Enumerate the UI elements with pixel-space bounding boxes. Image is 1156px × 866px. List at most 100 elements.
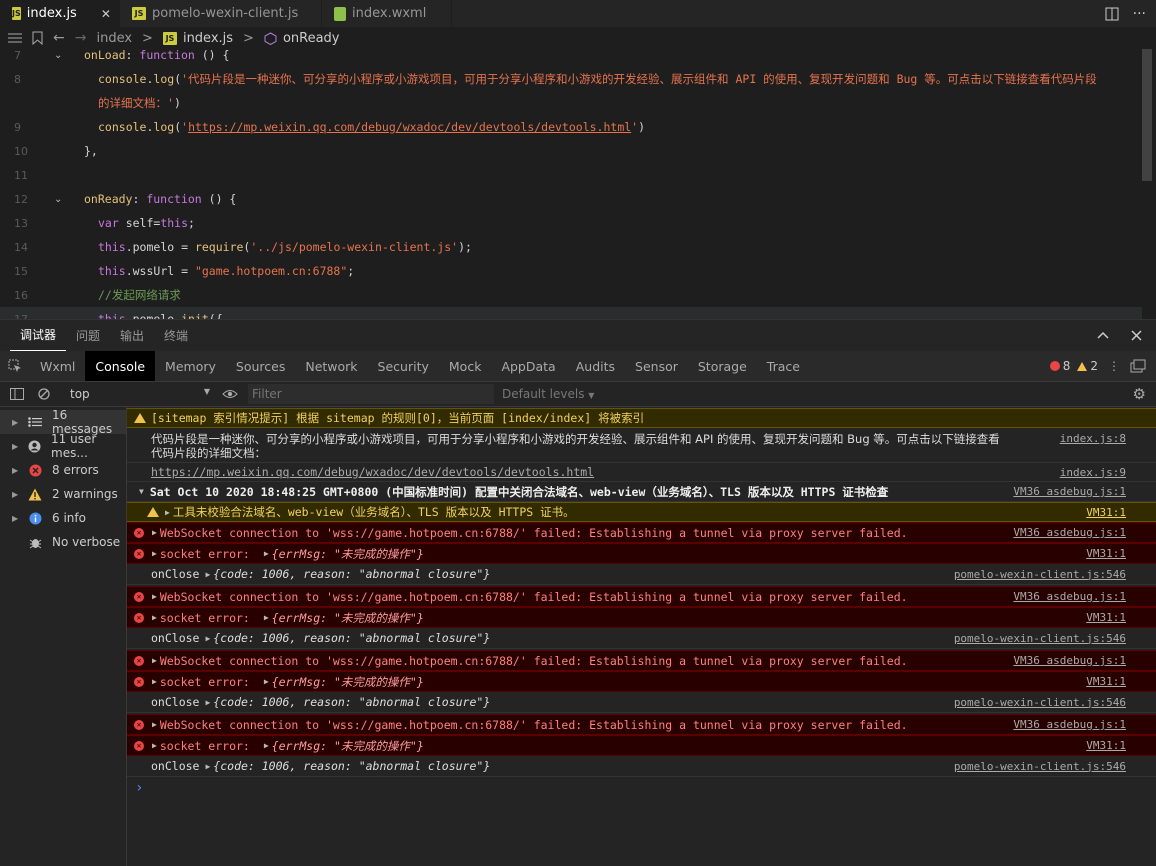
- source-link[interactable]: pomelo-wexin-client.js:546: [954, 632, 1126, 645]
- source-link[interactable]: VM31:1: [1086, 547, 1126, 560]
- fold-chevron-icon[interactable]: ⌄: [54, 194, 62, 205]
- log-levels-select[interactable]: Default levels ▼: [502, 387, 594, 401]
- sidebar-item-info[interactable]: ▶ 6 info: [0, 506, 126, 530]
- source-link[interactable]: VM31:1: [1086, 611, 1126, 624]
- sidebar-item-messages[interactable]: ▶ 16 messages: [0, 408, 126, 436]
- console-object[interactable]: {errMsg: "未完成的操作"}: [272, 610, 424, 626]
- console-object[interactable]: {code: 1006, reason: "abnormal closure"}: [213, 631, 490, 645]
- expand-arrow-icon[interactable]: ▶: [12, 442, 18, 451]
- console-object[interactable]: {errMsg: "未完成的操作"}: [272, 674, 424, 690]
- source-link[interactable]: index.js:8: [1060, 432, 1126, 445]
- source-link[interactable]: VM36 asdebug.js:1: [1013, 654, 1126, 667]
- expand-arrow-icon[interactable]: ▶: [152, 656, 157, 665]
- tab-index-wxml[interactable]: index.wxml: [322, 0, 452, 27]
- breadcrumb-symbol[interactable]: onReady: [283, 31, 340, 46]
- close-icon[interactable]: ✕: [101, 7, 111, 21]
- expand-arrow-icon[interactable]: ▶: [152, 528, 157, 537]
- source-link[interactable]: VM31:1: [1086, 675, 1126, 688]
- devtools-tab-storage[interactable]: Storage: [688, 351, 757, 381]
- expand-arrow-icon[interactable]: ▶: [12, 514, 18, 523]
- panel-tab-debugger[interactable]: 调试器: [10, 320, 67, 352]
- bookmark-icon[interactable]: [32, 31, 43, 45]
- expand-arrow-icon[interactable]: ▶: [152, 613, 157, 622]
- expand-arrow-icon[interactable]: ▶: [264, 549, 269, 558]
- console-object[interactable]: {errMsg: "未完成的操作"}: [272, 738, 424, 754]
- expand-arrow-icon[interactable]: ▶: [165, 508, 170, 517]
- split-editor-icon[interactable]: [1105, 7, 1119, 21]
- source-link[interactable]: index.js:9: [1060, 466, 1126, 479]
- scrollbar-thumb[interactable]: [1142, 49, 1152, 181]
- devtools-tab-sources[interactable]: Sources: [226, 351, 295, 381]
- source-link[interactable]: VM31:1: [1086, 506, 1126, 519]
- console-group-row[interactable]: ▼ Sat Oct 10 2020 18:48:25 GMT+0800 (中国标…: [127, 482, 1156, 502]
- context-select[interactable]: top ▼: [70, 387, 210, 401]
- devtools-tab-appdata[interactable]: AppData: [491, 351, 565, 381]
- sidebar-item-warnings[interactable]: ▶ 2 warnings: [0, 482, 126, 506]
- console-link[interactable]: https://mp.weixin.qq.com/debug/wxadoc/de…: [151, 465, 594, 479]
- expand-arrow-icon[interactable]: ▶: [264, 613, 269, 622]
- devtools-tab-console[interactable]: Console: [85, 351, 156, 381]
- panel-tab-output[interactable]: 输出: [110, 320, 154, 352]
- devtools-tab-security[interactable]: Security: [368, 351, 439, 381]
- devtools-tab-sensor[interactable]: Sensor: [625, 351, 688, 381]
- expanded-arrow-icon[interactable]: ▼: [139, 487, 144, 496]
- close-panel-icon[interactable]: [1131, 329, 1142, 341]
- code-editor[interactable]: 7 ⌄ onLoad: function () { 8 console.log(…: [0, 49, 1156, 319]
- sidebar-item-verbose[interactable]: No verbose: [0, 530, 126, 554]
- expand-arrow-icon[interactable]: ▶: [205, 634, 210, 643]
- source-link[interactable]: pomelo-wexin-client.js:546: [954, 696, 1126, 709]
- more-actions-icon[interactable]: ···: [1133, 6, 1146, 22]
- clear-console-icon[interactable]: [38, 388, 50, 400]
- console-prompt[interactable]: ›: [127, 778, 1156, 798]
- devtools-tab-mock[interactable]: Mock: [439, 351, 492, 381]
- expand-arrow-icon[interactable]: ▶: [152, 677, 157, 686]
- expand-arrow-icon[interactable]: ▶: [12, 418, 18, 427]
- breadcrumb-folder[interactable]: index: [96, 31, 132, 46]
- source-link[interactable]: VM36 asdebug.js:1: [1013, 718, 1126, 731]
- tab-pomelo-client[interactable]: JS pomelo-wexin-client.js: [120, 0, 322, 27]
- filter-input[interactable]: [248, 384, 494, 404]
- editor-scrollbar[interactable]: [1142, 49, 1156, 319]
- outline-icon[interactable]: [8, 32, 22, 44]
- console-object[interactable]: {errMsg: "未完成的操作"}: [272, 546, 424, 562]
- panel-tab-terminal[interactable]: 终端: [154, 320, 198, 352]
- devtools-tab-network[interactable]: Network: [295, 351, 367, 381]
- expand-arrow-icon[interactable]: ▶: [152, 592, 157, 601]
- source-link[interactable]: VM36 asdebug.js:1: [1013, 590, 1126, 603]
- tab-index-js[interactable]: JS index.js ✕: [0, 0, 120, 27]
- devtools-tab-audits[interactable]: Audits: [566, 351, 625, 381]
- more-vertical-icon[interactable]: ⋮: [1108, 359, 1120, 373]
- panel-tab-problems[interactable]: 问题: [66, 320, 110, 352]
- expand-arrow-icon[interactable]: ▶: [264, 741, 269, 750]
- devtools-tab-trace[interactable]: Trace: [757, 351, 810, 381]
- expand-arrow-icon[interactable]: ▶: [152, 741, 157, 750]
- console-object[interactable]: {code: 1006, reason: "abnormal closure"}: [213, 567, 490, 581]
- undock-icon[interactable]: [1130, 359, 1146, 373]
- console-object[interactable]: {code: 1006, reason: "abnormal closure"}: [213, 759, 490, 773]
- chevron-up-icon[interactable]: [1097, 331, 1109, 339]
- inspect-element-icon[interactable]: [0, 351, 30, 381]
- expand-arrow-icon[interactable]: ▶: [205, 570, 210, 579]
- console-output[interactable]: [sitemap 索引情况提示] 根据 sitemap 的规则[0]，当前页面 …: [127, 407, 1156, 866]
- devtools-tab-memory[interactable]: Memory: [155, 351, 226, 381]
- fold-chevron-icon[interactable]: ⌄: [54, 50, 62, 61]
- breadcrumb-file[interactable]: index.js: [183, 31, 233, 46]
- expand-arrow-icon[interactable]: ▶: [205, 698, 210, 707]
- source-link[interactable]: VM31:1: [1086, 739, 1126, 752]
- forward-arrow-icon[interactable]: →: [75, 30, 87, 46]
- settings-gear-icon[interactable]: ⚙: [1133, 385, 1146, 403]
- sidebar-item-user-messages[interactable]: ▶ 11 user mes...: [0, 432, 126, 460]
- source-link[interactable]: VM36 asdebug.js:1: [1013, 485, 1126, 498]
- expand-arrow-icon[interactable]: ▶: [264, 677, 269, 686]
- error-count-badge[interactable]: 8 2: [1049, 359, 1098, 373]
- console-object[interactable]: {code: 1006, reason: "abnormal closure"}: [213, 695, 490, 709]
- source-link[interactable]: VM36 asdebug.js:1: [1013, 526, 1126, 539]
- sidebar-toggle-icon[interactable]: [10, 388, 24, 400]
- back-arrow-icon[interactable]: ←: [53, 30, 65, 46]
- expand-arrow-icon[interactable]: ▶: [152, 720, 157, 729]
- expand-arrow-icon[interactable]: ▶: [12, 490, 18, 499]
- devtools-tab-wxml[interactable]: Wxml: [30, 351, 85, 381]
- expand-arrow-icon[interactable]: ▶: [152, 549, 157, 558]
- eye-icon[interactable]: [222, 389, 238, 399]
- expand-arrow-icon[interactable]: ▶: [12, 466, 18, 475]
